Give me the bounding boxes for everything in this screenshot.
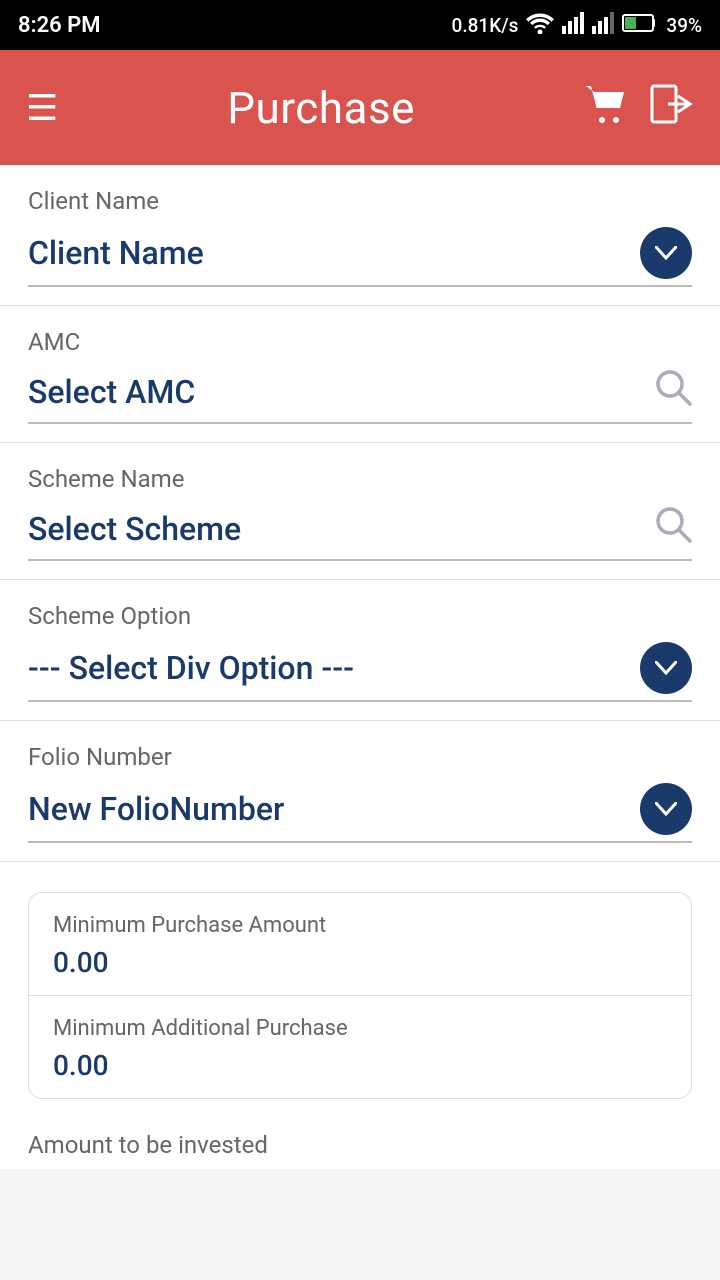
menu-icon[interactable]: ☰ [26,87,58,129]
folio-number-dropdown[interactable] [640,783,692,835]
wifi-icon [526,12,554,39]
min-purchase-row: Minimum Purchase Amount 0.00 [29,893,691,995]
scheme-search-icon[interactable] [654,505,692,553]
amc-section: AMC Select AMC [0,306,720,443]
status-icons: 0.81K/s [452,12,702,39]
scheme-name-label: Scheme Name [28,465,692,493]
amount-section: Amount to be invested [0,1109,720,1169]
folio-number-label: Folio Number [28,743,692,771]
scheme-option-row[interactable]: --- Select Div Option --- [28,642,692,702]
folio-number-row[interactable]: New FolioNumber [28,783,692,843]
signal-icon [562,12,584,39]
client-name-value: Client Name [28,234,204,272]
battery-icon [622,13,658,38]
amc-row[interactable]: Select AMC [28,368,692,424]
min-additional-purchase-value: 0.00 [53,1049,667,1082]
network-speed: 0.81K/s [452,14,519,37]
cart-icon[interactable] [584,84,628,131]
info-card: Minimum Purchase Amount 0.00 Minimum Add… [28,892,692,1099]
scheme-option-value: --- Select Div Option --- [28,649,354,687]
min-additional-purchase-label: Minimum Additional Purchase [53,1016,667,1041]
min-purchase-value: 0.00 [53,946,667,979]
scheme-option-section: Scheme Option --- Select Div Option --- [0,580,720,721]
status-time: 8:26 PM [18,13,101,38]
scheme-option-label: Scheme Option [28,602,692,630]
folio-number-section: Folio Number New FolioNumber [0,721,720,862]
folio-number-value: New FolioNumber [28,790,284,828]
amc-search-icon[interactable] [654,368,692,416]
client-name-row[interactable]: Client Name [28,227,692,287]
min-purchase-label: Minimum Purchase Amount [53,913,667,938]
signal-icon-2 [592,12,614,39]
amc-label: AMC [28,328,692,356]
scheme-name-section: Scheme Name Select Scheme [0,443,720,580]
battery-percent: 39% [666,14,702,37]
client-name-section: Client Name Client Name [0,165,720,306]
page-title: Purchase [227,82,415,134]
amc-value: Select AMC [28,373,195,411]
app-bar-actions [584,84,694,131]
scheme-name-row[interactable]: Select Scheme [28,505,692,561]
scheme-option-dropdown[interactable] [640,642,692,694]
status-bar: 8:26 PM 0.81K/s [0,0,720,50]
amount-label: Amount to be invested [28,1131,692,1159]
client-name-dropdown[interactable] [640,227,692,279]
logout-icon[interactable] [650,84,694,131]
app-bar: ☰ Purchase [0,50,720,165]
client-name-label: Client Name [28,187,692,215]
scheme-name-value: Select Scheme [28,510,241,548]
form-content: Client Name Client Name AMC Select AMC S… [0,165,720,1169]
min-additional-purchase-row: Minimum Additional Purchase 0.00 [29,995,691,1098]
